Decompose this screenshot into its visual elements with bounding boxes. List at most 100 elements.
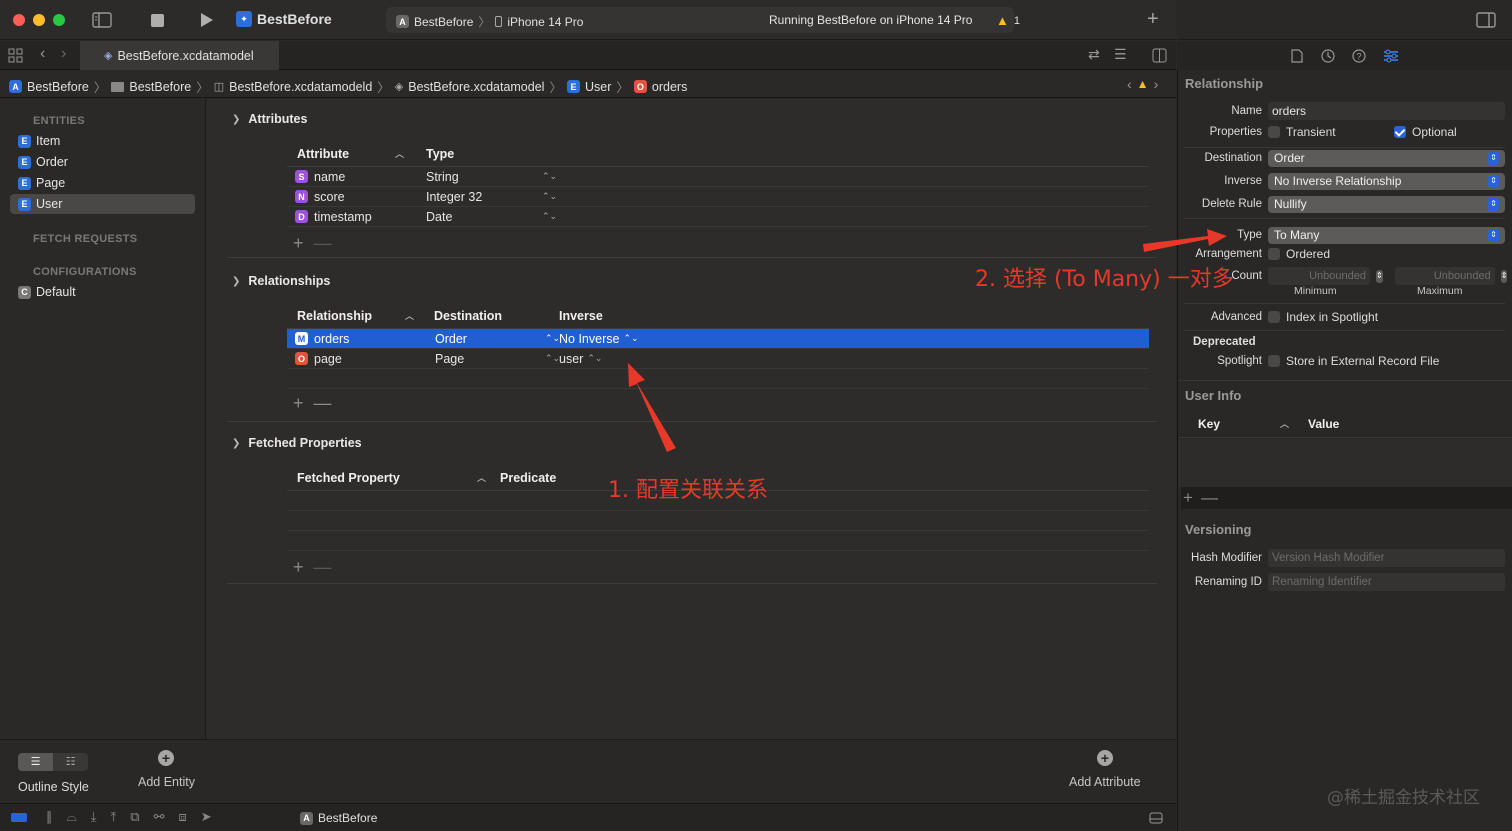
chevron-left-icon[interactable]: ‹ (1127, 76, 1132, 92)
add-relationship-plus-button[interactable]: + (293, 393, 304, 414)
column-destination[interactable]: Destination (434, 309, 559, 323)
remove-fetched-property-minus-button[interactable]: — (314, 557, 332, 578)
hash-modifier-field[interactable]: Version Hash Modifier (1268, 549, 1505, 567)
sidebar-item-order[interactable]: E Order (18, 152, 68, 172)
zoom-window-button[interactable] (53, 14, 65, 26)
minimum-stepper[interactable]: ⇕ (1376, 269, 1383, 283)
step-into-icon[interactable]: ⤓ (91, 809, 97, 825)
editor-options-icon[interactable]: ☰ (1114, 46, 1127, 63)
store-in-external-record-file-checkbox[interactable] (1268, 355, 1280, 367)
split-editor-icon[interactable] (1152, 48, 1167, 63)
table-row[interactable]: D timestamp Date ⌃⌄ (287, 207, 1149, 227)
swap-icon[interactable]: ⇄ (1088, 46, 1100, 63)
debug-area-toggle-icon[interactable] (11, 813, 27, 822)
destination-popup[interactable]: Page (435, 352, 545, 366)
index-in-spotlight-checkbox[interactable] (1268, 311, 1280, 323)
step-out-icon[interactable]: ⤒ (111, 809, 117, 825)
history-inspector-icon[interactable] (1321, 49, 1335, 63)
related-items-grid-icon[interactable] (8, 48, 23, 63)
maximum-count-field[interactable]: Unbounded (1394, 267, 1495, 285)
remove-user-info-minus-button[interactable]: — (1201, 488, 1218, 508)
column-type[interactable]: Type (426, 147, 454, 161)
help-inspector-icon[interactable]: ? (1352, 49, 1366, 63)
column-relationship[interactable]: Relationship (287, 309, 405, 323)
breadcrumb-group[interactable]: BestBefore (129, 80, 191, 94)
run-icon[interactable] (200, 12, 214, 28)
breadcrumb-project[interactable]: BestBefore (27, 80, 89, 94)
ordered-checkbox[interactable] (1268, 248, 1280, 260)
step-over-icon[interactable]: ⌓ (67, 809, 77, 825)
fetched-properties-section-header[interactable]: ❯ Fetched Properties (232, 436, 362, 450)
minimum-count-field[interactable]: Unbounded (1268, 267, 1370, 285)
column-predicate[interactable]: Predicate (500, 471, 556, 485)
inverse-popup[interactable]: No Inverse (559, 332, 619, 346)
sidebar-item-default[interactable]: C Default (18, 282, 76, 302)
add-icon[interactable]: + (1147, 8, 1159, 31)
breadcrumb-entity[interactable]: User (585, 80, 611, 94)
console-toggle-icon[interactable] (1149, 812, 1163, 824)
inspector-toggle-icon[interactable] (1476, 12, 1496, 28)
inverse-popup[interactable]: No Inverse Relationship ⇕ (1268, 172, 1505, 190)
close-window-button[interactable] (13, 14, 25, 26)
optional-checkbox[interactable] (1394, 126, 1406, 138)
type-popup[interactable]: Date (426, 210, 542, 224)
destination-popup[interactable]: Order ⇕ (1268, 149, 1505, 167)
name-field[interactable]: orders (1268, 102, 1505, 120)
column-inverse[interactable]: Inverse (559, 309, 603, 323)
file-inspector-icon[interactable] (1291, 49, 1303, 63)
scheme-destination[interactable]: A BestBefore 〉 iPhone 14 Pro (396, 13, 583, 30)
view-hierarchy-icon[interactable]: ⧉ (130, 809, 139, 825)
minimize-window-button[interactable] (33, 14, 45, 26)
attributes-section-header[interactable]: ❯ Attributes (232, 112, 307, 126)
remove-relationship-minus-button[interactable]: — (314, 393, 332, 414)
table-row-selected[interactable]: M orders Order ⌃⌄ No Inverse ⌃⌄ (287, 329, 1149, 349)
scheme-title[interactable]: ✦ BestBefore (236, 11, 332, 27)
debug-target[interactable]: A BestBefore (300, 811, 377, 825)
outline-style-toggle[interactable]: ☰ ☷ (18, 753, 88, 771)
sidebar-item-item[interactable]: E Item (18, 131, 60, 151)
add-attribute-button[interactable]: Add Attribute (1069, 775, 1141, 789)
inverse-popup[interactable]: user (559, 352, 583, 366)
delete-rule-popup[interactable]: Nullify ⇕ (1268, 195, 1505, 213)
breadcrumb-datamodel[interactable]: BestBefore.xcdatamodel (408, 80, 544, 94)
add-attribute-plus-button[interactable]: + (293, 233, 304, 254)
relationships-section-header[interactable]: ❯ Relationships (232, 274, 330, 288)
remove-attribute-minus-button[interactable]: — (314, 233, 332, 254)
maximum-stepper[interactable]: ⇕ (1500, 269, 1508, 283)
stop-icon[interactable] (151, 14, 164, 27)
sidebar-item-page[interactable]: E Page (18, 173, 65, 193)
table-row[interactable]: N score Integer 32 ⌃⌄ (287, 187, 1149, 207)
warning-badge[interactable]: ▲ 1 (996, 13, 1020, 28)
environment-overrides-icon[interactable]: ⧈ (179, 809, 187, 825)
navigator-toggle-icon[interactable] (92, 12, 112, 28)
column-attribute[interactable]: Attribute (287, 147, 395, 161)
table-style-icon[interactable]: ☰ (18, 753, 53, 771)
table-row[interactable]: O page Page ⌃⌄ user ⌃⌄ (287, 349, 1149, 369)
add-entity-plus-icon[interactable]: + (158, 750, 174, 766)
destination-popup[interactable]: Order (435, 332, 545, 346)
type-popup[interactable]: Integer 32 (426, 190, 542, 204)
column-key[interactable]: Key (1178, 417, 1280, 431)
renaming-id-field[interactable]: Renaming Identifier (1268, 573, 1505, 591)
add-entity-button[interactable]: Add Entity (138, 775, 195, 789)
back-arrow-icon[interactable]: ‹ (40, 45, 45, 63)
add-attribute-plus-icon[interactable]: + (1097, 750, 1113, 766)
type-popup[interactable]: To Many ⇕ (1268, 226, 1505, 244)
breadcrumb-relationship[interactable]: orders (652, 80, 687, 94)
pause-icon[interactable]: ∥ (46, 809, 53, 825)
graph-style-icon[interactable]: ☷ (53, 753, 88, 771)
add-fetched-property-plus-button[interactable]: + (293, 557, 304, 578)
issue-navigator[interactable]: ‹ ▲ › (1127, 76, 1158, 92)
add-user-info-plus-button[interactable]: + (1183, 488, 1193, 508)
column-value[interactable]: Value (1308, 417, 1339, 431)
tab-bestbefore-xcdatamodel[interactable]: ◈ BestBefore.xcdatamodel (80, 41, 279, 70)
memory-graph-icon[interactable]: ⚯ (154, 809, 165, 825)
table-row[interactable]: S name String ⌃⌄ (287, 167, 1149, 187)
location-icon[interactable]: ➤ (201, 809, 212, 825)
sidebar-item-user[interactable]: E User (18, 194, 62, 214)
type-popup[interactable]: String (426, 170, 542, 184)
forward-arrow-icon[interactable]: › (61, 45, 66, 63)
column-fetched-property[interactable]: Fetched Property (287, 471, 477, 485)
attributes-inspector-icon[interactable] (1383, 49, 1399, 63)
breadcrumb-datamodeld[interactable]: BestBefore.xcdatamodeld (229, 80, 372, 94)
